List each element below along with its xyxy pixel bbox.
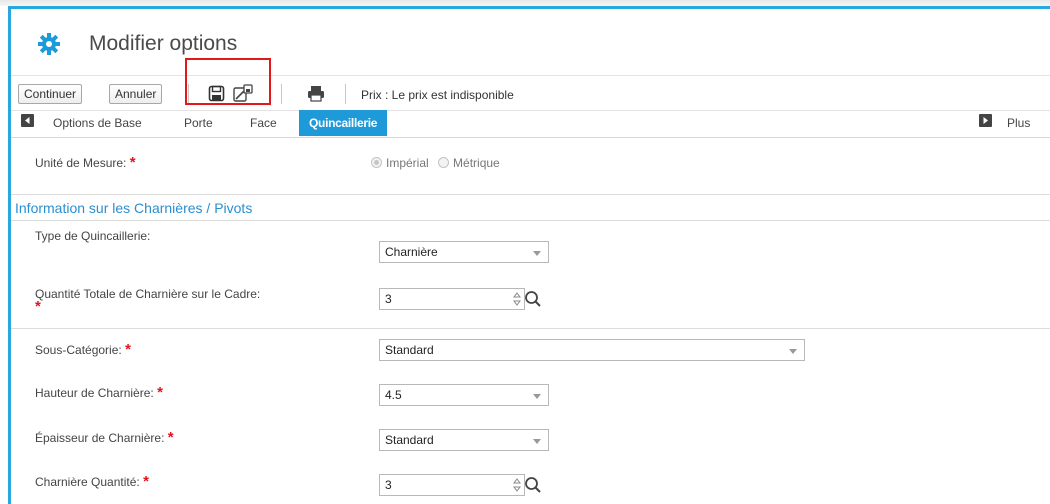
subcategory-select[interactable]: Standard: [379, 339, 805, 361]
radio-imperial[interactable]: [371, 157, 382, 168]
cancel-button[interactable]: Annuler: [109, 84, 163, 104]
continue-button[interactable]: Continuer: [18, 84, 83, 104]
chevron-down-icon: [533, 251, 541, 256]
tab-porte[interactable]: Porte: [184, 116, 213, 130]
hinge-height-label-text: Hauteur de Charnière:: [35, 386, 154, 400]
title-bar: Modifier options: [11, 9, 1050, 75]
required-marker: *: [129, 154, 136, 171]
more-tabs-link[interactable]: Plus: [1007, 116, 1030, 130]
toolbar-separator: [281, 84, 282, 104]
highlight-box: [185, 58, 271, 105]
spinner-arrows-icon[interactable]: [513, 478, 521, 492]
toolbar: Continuer Annuler Prix : Le prix est ind…: [11, 75, 1050, 111]
section-title: Information sur les Charnières / Pivots: [15, 200, 253, 216]
hinge-height-select[interactable]: 4.5: [379, 384, 549, 406]
subcategory-label: Sous-Catégorie: *: [35, 341, 131, 358]
hardware-type-label: Type de Quincaillerie:: [35, 229, 151, 243]
radio-metric[interactable]: [438, 157, 450, 168]
tab-face[interactable]: Face: [250, 116, 277, 130]
chevron-down-icon: [533, 439, 541, 444]
unit-radio-group: Impérial Métrique: [371, 156, 506, 170]
hinge-height-label: Hauteur de Charnière: *: [35, 384, 163, 401]
dialog-window: Modifier options Continuer Annuler Prix …: [8, 6, 1050, 504]
section-divider: [11, 194, 1050, 195]
hardware-type-value: Charnière: [385, 245, 438, 259]
hinge-height-value: 4.5: [385, 388, 402, 402]
radio-metric-label: Métrique: [453, 156, 500, 170]
total-qty-stepper[interactable]: 3: [379, 288, 525, 310]
required-marker: *: [125, 341, 131, 358]
section-divider: [11, 328, 1050, 329]
tab-quincaillerie[interactable]: Quincaillerie: [299, 110, 388, 136]
prev-tab-icon[interactable]: [21, 114, 34, 127]
chevron-down-icon: [789, 349, 797, 354]
required-marker: *: [143, 473, 149, 490]
hinge-thickness-label: Épaisseur de Charnière: *: [35, 429, 174, 446]
subcategory-label-text: Sous-Catégorie:: [35, 343, 122, 357]
spinner-arrows-icon[interactable]: [513, 292, 521, 306]
hinge-thickness-select[interactable]: Standard: [379, 429, 549, 451]
search-icon[interactable]: [524, 476, 542, 494]
section-divider: [11, 220, 1050, 221]
print-icon[interactable]: [307, 85, 325, 102]
hinge-qty-value: 3: [385, 478, 392, 492]
total-qty-label: Quantité Totale de Charnière sur le Cadr…: [35, 287, 261, 301]
search-icon[interactable]: [524, 290, 542, 308]
hinge-qty-label: Charnière Quantité: *: [35, 473, 149, 490]
required-marker: *: [35, 298, 41, 315]
hinge-qty-label-text: Charnière Quantité:: [35, 475, 140, 489]
tab-options-de-base[interactable]: Options de Base: [53, 116, 142, 130]
total-qty-value: 3: [385, 292, 392, 306]
hinge-thickness-label-text: Épaisseur de Charnière:: [35, 431, 165, 445]
page-title: Modifier options: [89, 32, 238, 55]
subcategory-value: Standard: [385, 343, 434, 357]
required-marker: *: [167, 429, 174, 446]
hinge-qty-stepper[interactable]: 3: [379, 474, 525, 496]
toolbar-separator: [345, 84, 346, 104]
hinge-thickness-value: Standard: [385, 433, 434, 447]
required-marker: *: [157, 384, 163, 401]
next-tab-icon[interactable]: [979, 114, 992, 127]
unit-label-text: Unité de Mesure:: [35, 156, 127, 170]
radio-imperial-label: Impérial: [386, 156, 429, 170]
gear-icon: [38, 33, 60, 55]
price-status: Prix : Le prix est indisponible: [361, 88, 514, 102]
hardware-type-select[interactable]: Charnière: [379, 241, 549, 263]
tab-bar: Options de Base Porte Face Quincaillerie…: [11, 109, 1050, 138]
chevron-down-icon: [533, 394, 541, 399]
unit-label: Unité de Mesure: *: [35, 154, 136, 171]
